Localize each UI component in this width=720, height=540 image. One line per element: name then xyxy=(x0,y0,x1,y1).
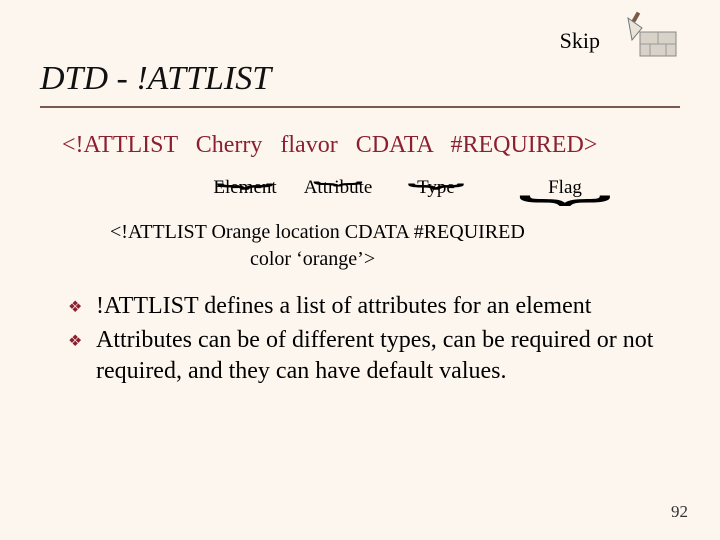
bullet-text: !ATTLIST defines a list of attributes fo… xyxy=(96,293,591,319)
example-line-1: <!ATTLIST Orange location CDATA #REQUIRE… xyxy=(110,219,680,246)
diamond-bullet-icon: ❖ xyxy=(68,297,82,318)
brace-icon: ⏟ xyxy=(475,163,655,168)
bullet-list: ❖ !ATTLIST defines a list of attributes … xyxy=(68,291,680,388)
annotation-row: ⏟ Element ⏟ Attribute ⏟ Type ⏟ Flag xyxy=(200,163,680,199)
brace-icon: ⏟ xyxy=(191,163,299,168)
bullet-text: Attributes can be of different types, ca… xyxy=(96,327,653,385)
example-block: <!ATTLIST Orange location CDATA #REQUIRE… xyxy=(110,219,680,273)
trowel-brick-icon xyxy=(610,10,680,65)
diamond-bullet-icon: ❖ xyxy=(68,331,82,352)
title-divider xyxy=(40,106,680,108)
brace-icon: ⏟ xyxy=(285,163,391,168)
slide-title: DTD - !ATTLIST xyxy=(40,60,680,98)
example-line-2: color ‘orange’> xyxy=(250,246,680,273)
list-item: ❖ !ATTLIST defines a list of attributes … xyxy=(68,291,680,323)
skip-link[interactable]: Skip xyxy=(560,28,600,54)
page-number: 92 xyxy=(671,502,688,522)
list-item: ❖ Attributes can be of different types, … xyxy=(68,325,680,388)
